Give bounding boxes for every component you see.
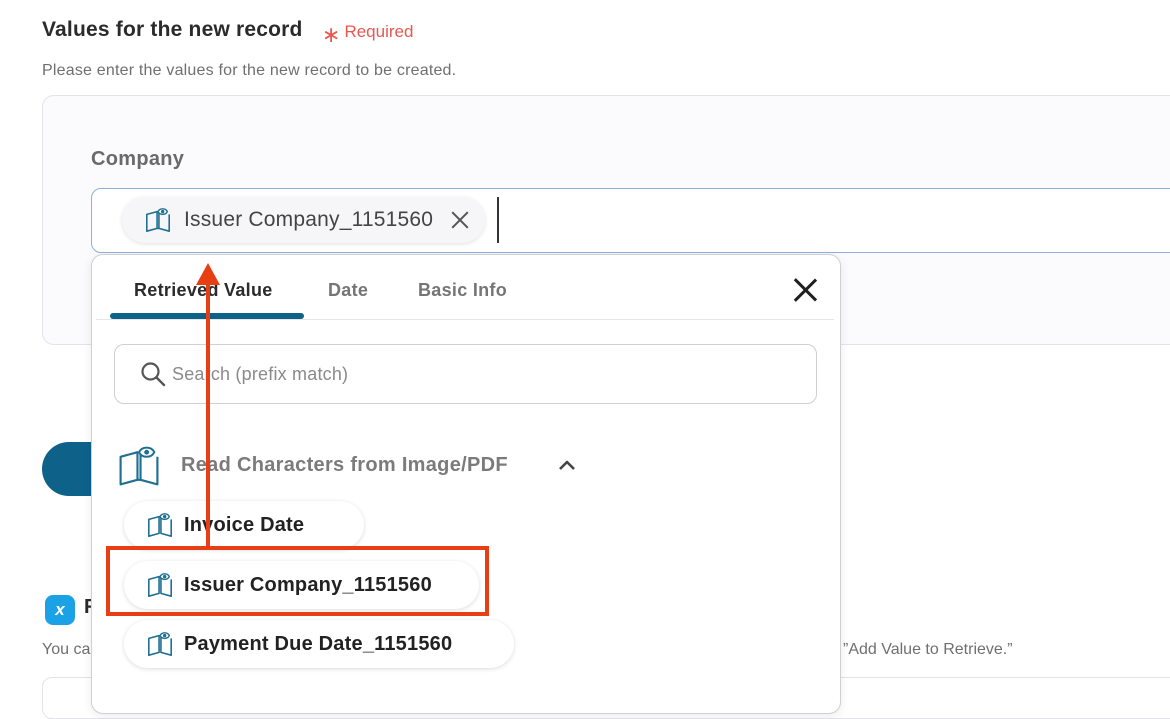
book-eye-icon [146,208,170,232]
search-placeholder: Search (prefix match) [172,364,349,384]
close-icon[interactable] [793,278,817,302]
annotation-arrow [206,278,210,547]
list-item-label: Invoice Date [184,513,305,536]
secondary-section-description: You ca [42,641,91,658]
search-icon [141,362,166,387]
x-badge-icon: x [45,595,75,625]
book-eye-icon [119,446,159,486]
section-description: Please enter the values for the new reco… [42,62,457,79]
text-cursor [497,197,499,243]
tab-basic-info[interactable]: Basic Info [418,280,507,301]
required-label: Required [344,22,414,41]
highlight-annotation-box [106,546,489,616]
remove-chip-icon[interactable] [451,211,469,229]
chevron-up-icon[interactable] [557,458,577,472]
required-badge: ∗ Required [322,22,414,47]
list-item[interactable]: Payment Due Date_1151560 [124,620,514,668]
list-item[interactable]: Invoice Date [124,501,364,549]
company-label: Company [91,148,185,170]
secondary-section-description-end: ”Add Value to Retrieve.” [843,641,1013,658]
book-eye-icon [148,513,172,537]
arrow-up-icon [196,263,220,285]
company-value-chip[interactable]: Issuer Company_1151560 [122,197,486,243]
required-asterisk-icon: ∗ [322,22,341,47]
company-chip-label: Issuer Company_1151560 [184,208,434,231]
tab-date[interactable]: Date [328,280,368,301]
book-eye-icon [148,632,172,656]
group-title[interactable]: Read Characters from Image/PDF [181,454,508,477]
list-item-label: Payment Due Date_1151560 [184,632,453,655]
section-title: Values for the new record [42,18,303,41]
